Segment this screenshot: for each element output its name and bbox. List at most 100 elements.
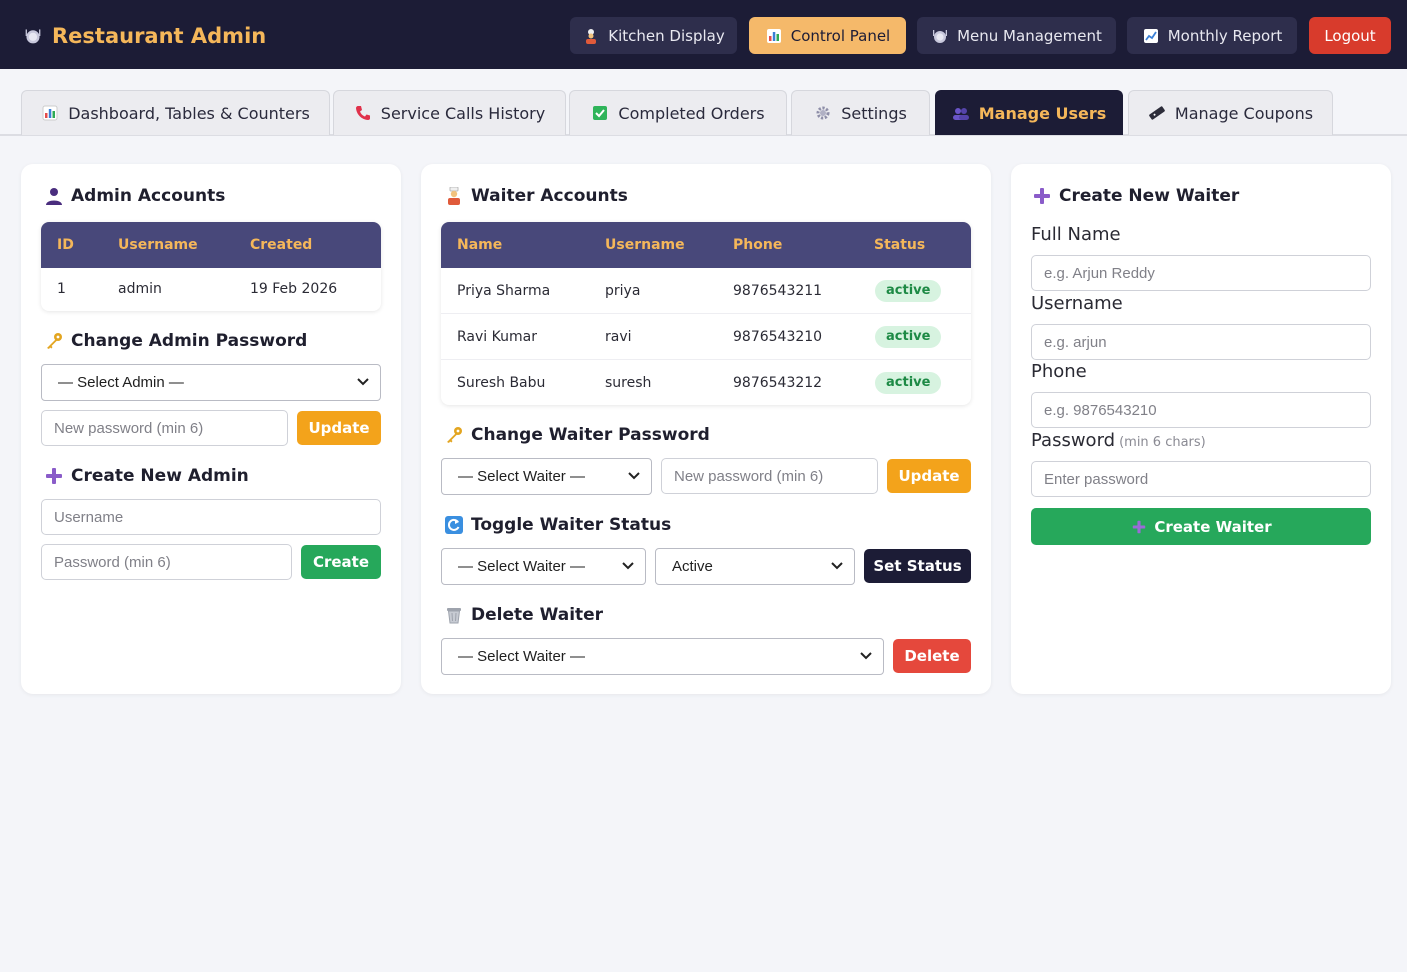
select-admin-dropdown[interactable]: — Select Admin — bbox=[41, 364, 381, 401]
waiter-card: Waiter Accounts Name Username Phone Stat… bbox=[421, 164, 991, 694]
ticket-icon bbox=[1148, 104, 1166, 122]
table-row: Priya Sharma priya 9876543211 active bbox=[441, 268, 971, 314]
full-name-input[interactable]: e.g. Arjun Reddy bbox=[1031, 255, 1371, 291]
monthly-report-button[interactable]: Monthly Report bbox=[1127, 17, 1297, 54]
cell-phone: 9876543211 bbox=[733, 283, 823, 299]
username-input[interactable]: e.g. arjun bbox=[1031, 324, 1371, 360]
col-id: ID bbox=[57, 237, 74, 253]
status-badge: active bbox=[875, 372, 942, 394]
change-waiter-password-title: Change Waiter Password bbox=[471, 425, 710, 445]
table-row: Ravi Kumar ravi 9876543210 active bbox=[441, 314, 971, 360]
admin-accounts-heading: Admin Accounts bbox=[45, 186, 225, 206]
plus-icon bbox=[1033, 187, 1051, 205]
tab-manage-coupons[interactable]: Manage Coupons bbox=[1128, 90, 1333, 135]
plate-icon bbox=[931, 27, 949, 45]
waiter-new-password-input[interactable]: New password (min 6) bbox=[661, 458, 878, 494]
create-waiter-title: Create New Waiter bbox=[1059, 186, 1240, 206]
cell-username: admin bbox=[118, 281, 162, 297]
password-label-text: Password bbox=[1031, 430, 1116, 451]
waiter-table-header: Name Username Phone Status bbox=[441, 222, 971, 268]
select-waiter-delete-dropdown[interactable]: — Select Waiter — bbox=[441, 638, 884, 675]
admin-update-password-button[interactable]: Update bbox=[297, 411, 381, 445]
select-waiter-value: — Select Waiter — bbox=[458, 468, 585, 485]
username-label: Username bbox=[1031, 293, 1123, 314]
phone-input[interactable]: e.g. 9876543210 bbox=[1031, 392, 1371, 428]
toggle-waiter-status-title: Toggle Waiter Status bbox=[471, 515, 672, 535]
users-icon bbox=[952, 104, 970, 122]
tab-manage-users-label: Manage Users bbox=[978, 103, 1107, 123]
waiter-update-password-button[interactable]: Update bbox=[887, 459, 971, 493]
delete-waiter-title: Delete Waiter bbox=[471, 605, 604, 625]
status-badge: active bbox=[875, 326, 942, 348]
create-waiter-heading: Create New Waiter bbox=[1033, 186, 1239, 206]
top-bar: Restaurant Admin Kitchen Display Control… bbox=[0, 0, 1407, 69]
monthly-report-label: Monthly Report bbox=[1167, 26, 1283, 45]
tab-settings[interactable]: Settings bbox=[791, 90, 930, 135]
trash-icon bbox=[445, 606, 463, 624]
password-placeholder: Enter password bbox=[1044, 470, 1149, 488]
waiter-table: Name Username Phone Status Priya Sharma … bbox=[441, 222, 971, 405]
brand[interactable]: Restaurant Admin bbox=[24, 22, 266, 50]
tab-dashboard[interactable]: Dashboard, Tables & Counters bbox=[21, 90, 330, 135]
user-icon bbox=[45, 187, 63, 205]
tab-service-calls[interactable]: Service Calls History bbox=[333, 90, 566, 135]
create-waiter-button[interactable]: Create Waiter bbox=[1031, 508, 1371, 545]
create-admin-button[interactable]: Create bbox=[301, 545, 381, 579]
set-status-button[interactable]: Set Status bbox=[864, 549, 971, 583]
create-admin-heading: Create New Admin bbox=[45, 466, 249, 486]
control-panel-button[interactable]: Control Panel bbox=[749, 17, 906, 54]
full-name-placeholder: e.g. Arjun Reddy bbox=[1044, 264, 1155, 282]
cell-username: ravi bbox=[605, 329, 632, 345]
status-dropdown[interactable]: Active bbox=[655, 548, 855, 585]
gear-icon bbox=[814, 104, 832, 122]
refresh-icon bbox=[445, 516, 463, 534]
cell-username: priya bbox=[605, 283, 641, 299]
cell-username: suresh bbox=[605, 375, 652, 391]
logout-button[interactable]: Logout bbox=[1309, 17, 1391, 54]
table-row: 1 admin 19 Feb 2026 bbox=[41, 268, 381, 311]
password-input[interactable]: Enter password bbox=[1031, 461, 1371, 497]
full-name-label: Full Name bbox=[1031, 224, 1121, 245]
plate-icon bbox=[24, 27, 42, 45]
admin-new-password-placeholder: New password (min 6) bbox=[54, 419, 204, 437]
cell-name: Priya Sharma bbox=[457, 283, 551, 299]
kitchen-display-button[interactable]: Kitchen Display bbox=[570, 17, 737, 54]
phone-icon bbox=[354, 104, 372, 122]
select-admin-value: — Select Admin — bbox=[58, 374, 184, 391]
change-waiter-password-heading: Change Waiter Password bbox=[445, 425, 710, 445]
menu-management-label: Menu Management bbox=[957, 26, 1102, 45]
chevron-down-icon bbox=[622, 562, 634, 570]
delete-waiter-button[interactable]: Delete bbox=[893, 639, 971, 673]
new-admin-password-input[interactable]: Password (min 6) bbox=[41, 544, 292, 580]
select-waiter-password-dropdown[interactable]: — Select Waiter — bbox=[441, 458, 652, 495]
control-panel-label: Control Panel bbox=[790, 26, 891, 45]
phone-label: Phone bbox=[1031, 361, 1087, 382]
tab-manage-users[interactable]: Manage Users bbox=[935, 90, 1123, 135]
plus-icon bbox=[1130, 518, 1148, 536]
chevron-down-icon bbox=[860, 652, 872, 660]
select-waiter-value: — Select Waiter — bbox=[458, 558, 585, 575]
tab-settings-label: Settings bbox=[841, 103, 907, 123]
col-phone: Phone bbox=[733, 237, 783, 253]
tab-manage-coupons-label: Manage Coupons bbox=[1174, 103, 1314, 123]
kitchen-display-label: Kitchen Display bbox=[608, 26, 725, 45]
admin-new-password-input[interactable]: New password (min 6) bbox=[41, 410, 288, 446]
trend-chart-icon bbox=[1142, 27, 1160, 45]
app-title: Restaurant Admin bbox=[52, 24, 267, 48]
create-admin-title: Create New Admin bbox=[71, 466, 249, 486]
delete-waiter-heading: Delete Waiter bbox=[445, 605, 603, 625]
col-created: Created bbox=[250, 237, 313, 253]
select-waiter-status-dropdown[interactable]: — Select Waiter — bbox=[441, 548, 646, 585]
cell-id: 1 bbox=[57, 281, 66, 297]
menu-management-button[interactable]: Menu Management bbox=[917, 17, 1116, 54]
col-name: Name bbox=[457, 237, 503, 253]
col-username: Username bbox=[118, 237, 198, 253]
tab-completed-orders[interactable]: Completed Orders bbox=[569, 90, 787, 135]
change-admin-password-heading: Change Admin Password bbox=[45, 331, 307, 351]
key-icon bbox=[45, 332, 63, 350]
tab-completed-orders-label: Completed Orders bbox=[618, 103, 765, 123]
new-admin-username-input[interactable]: Username bbox=[41, 499, 381, 535]
new-admin-username-placeholder: Username bbox=[54, 508, 124, 526]
cell-name: Ravi Kumar bbox=[457, 329, 537, 345]
col-username: Username bbox=[605, 237, 685, 253]
